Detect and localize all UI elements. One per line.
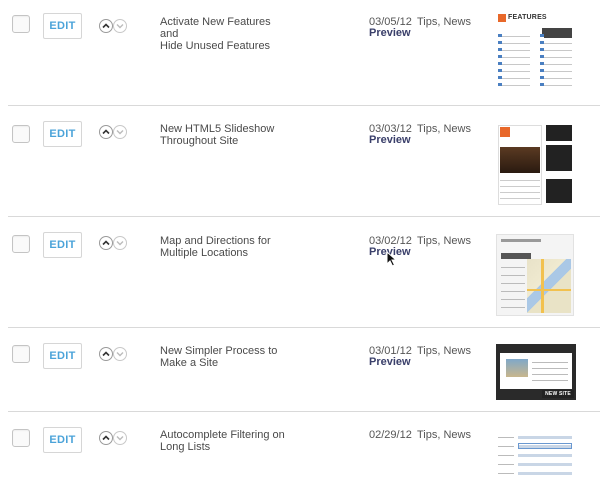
chevron-up-icon [102,435,110,441]
edit-button[interactable]: EDIT [43,343,82,369]
post-title-line: Throughout Site [160,135,239,147]
post-date: 02/29/12 [369,429,412,441]
thumb-dialog [500,353,572,389]
row-checkbox[interactable] [12,125,30,143]
post-categories: Tips, News [417,16,471,28]
thumb-map [527,259,571,313]
post-title[interactable]: New HTML5 Slideshow Throughout Site [160,123,290,147]
thumb-popup [542,28,572,38]
post-title[interactable]: Autocomplete Filtering on Long Lists [160,429,290,453]
move-up-button[interactable] [99,236,113,250]
thumb-logo [498,14,506,22]
move-down-button[interactable] [113,431,127,445]
post-categories: Tips, News [417,123,471,135]
post-title-line: New HTML5 Slideshow [160,123,275,135]
thumb-map-road [541,259,544,313]
row-checkbox[interactable] [12,345,30,363]
post-title-line: Autocomplete Filtering on [160,429,285,441]
preview-link[interactable]: Preview [369,356,411,368]
row-checkbox[interactable] [12,429,30,447]
mouse-cursor-icon [386,251,398,267]
post-title[interactable]: Map and Directions for Multiple Location… [160,235,290,259]
move-down-button[interactable] [113,236,127,250]
post-row: EDIT Activate New Features and Hide Unus… [0,0,600,106]
thumb-column-left [498,32,530,92]
post-thumbnail[interactable] [496,234,574,316]
post-title-line: Map and Directions for [160,235,271,247]
thumb-slideshow [500,147,540,173]
post-thumbnail[interactable] [496,121,574,207]
thumb-dark-panel [546,125,572,141]
post-thumbnail[interactable]: FEATURES [496,12,574,94]
thumb-sidebar-lines [501,263,525,313]
move-down-button[interactable] [113,125,127,139]
move-down-button[interactable] [113,347,127,361]
post-title[interactable]: Activate New Features and Hide Unused Fe… [160,16,290,52]
thumb-map-road [527,289,571,291]
move-down-button[interactable] [113,19,127,33]
chevron-down-icon [116,241,124,246]
thumb-form-labels [498,433,514,479]
post-categories: Tips, News [417,235,471,247]
chevron-up-icon [102,23,110,29]
thumb-dark-panel [546,179,572,203]
move-up-button[interactable] [99,125,113,139]
thumb-dark-panel [546,145,572,171]
thumb-logo [500,127,510,137]
thumb-dots-right [540,34,544,90]
chevron-down-icon [116,130,124,135]
chevron-down-icon [116,24,124,29]
thumb-header-text [501,239,541,242]
thumb-form-fields [518,433,572,479]
post-categories: Tips, News [417,345,471,357]
thumb-dialog-image [506,359,528,377]
thumb-new-site-button: NEW SITE [542,390,574,398]
move-up-button[interactable] [99,431,113,445]
edit-button[interactable]: EDIT [43,121,82,147]
post-row: EDIT New HTML5 Slideshow Throughout Site… [0,106,600,217]
post-title[interactable]: New Simpler Process to Make a Site [160,345,290,369]
move-up-button[interactable] [99,19,113,33]
chevron-down-icon [116,436,124,441]
thumb-dialog-lines [532,359,568,385]
post-title-line: Activate New Features and [160,16,271,40]
post-row: EDIT Map and Directions for Multiple Loc… [0,217,600,328]
chevron-down-icon [116,352,124,357]
thumb-column-right [540,32,572,92]
post-row: EDIT Autocomplete Filtering on Long List… [0,412,600,484]
post-title-line: Hide Unused Features [160,40,271,52]
post-row: EDIT New Simpler Process to Make a Site … [0,328,600,412]
thumb-selected-field [518,443,572,449]
post-title-line: Make a Site [160,357,219,369]
thumb-heading: FEATURES [508,14,547,21]
chevron-up-icon [102,129,110,135]
post-thumbnail[interactable] [496,431,576,481]
row-checkbox[interactable] [12,235,30,253]
post-title-line: New Simpler Process to [160,345,278,357]
chevron-up-icon [102,351,110,357]
post-thumbnail[interactable]: NEW SITE [496,344,576,400]
edit-button[interactable]: EDIT [43,13,82,39]
post-categories: Tips, News [417,429,471,441]
preview-link[interactable]: Preview [369,134,411,146]
thumb-header-bar: FEATURES [496,12,574,24]
move-up-button[interactable] [99,347,113,361]
edit-button[interactable]: EDIT [43,427,82,453]
post-title-line: Long Lists [160,441,211,453]
edit-button[interactable]: EDIT [43,232,82,258]
preview-link[interactable]: Preview [369,27,411,39]
thumb-dots-left [498,34,502,90]
row-checkbox[interactable] [12,15,30,33]
post-title-line: Multiple Locations [160,247,249,259]
chevron-up-icon [102,240,110,246]
thumb-text-lines [500,177,540,203]
